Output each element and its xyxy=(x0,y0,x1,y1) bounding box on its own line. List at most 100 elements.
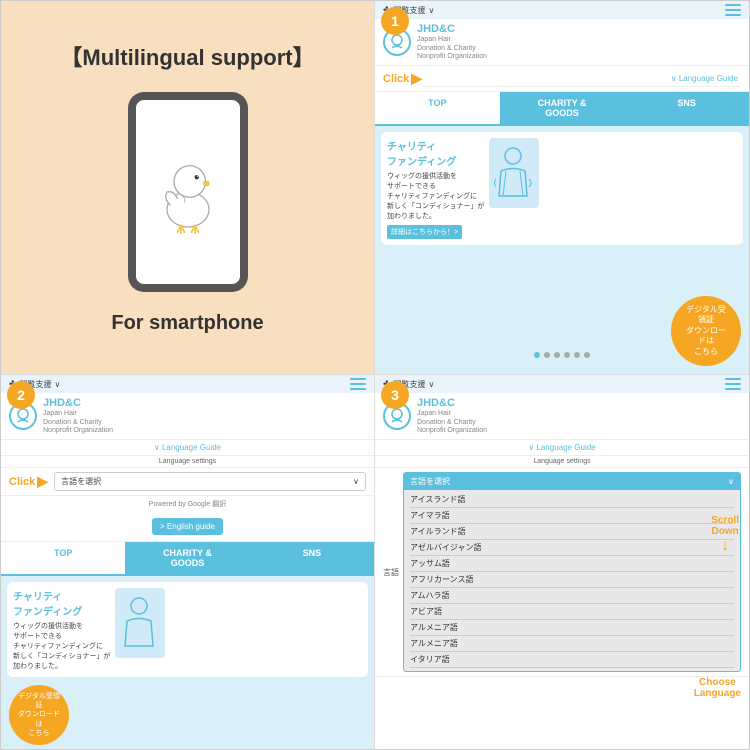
browse-chevron: ∨ xyxy=(429,6,435,15)
click-arrow-icon-bl: ▶ xyxy=(37,473,48,490)
list-item[interactable]: アッサム語 xyxy=(410,556,734,572)
list-item[interactable]: アイスランド語 xyxy=(410,492,734,508)
lang-label-br: 言語 xyxy=(383,567,399,578)
charity-text-area-bl: チャリティファンディング ウィッグの援供活動をサポートできるチャリティファンディ… xyxy=(13,588,111,671)
charity-image-bl xyxy=(115,588,165,658)
detail-btn[interactable]: 詳細はこちらから！> xyxy=(387,225,462,239)
site-nav: TOP CHARITY &GOODS SNS xyxy=(375,92,749,126)
hamburger-icon-br[interactable] xyxy=(725,378,741,390)
google-translate-bl: Powered by Google 翻訳 xyxy=(1,496,374,512)
list-item[interactable]: アムハラ語 xyxy=(410,588,734,604)
scroll-down-text: Scroll Down xyxy=(711,515,739,537)
site-header-br: JHD&C Japan Hair Donation & Charity Nonp… xyxy=(375,393,749,440)
step-2-badge: 2 xyxy=(7,381,35,409)
click-text-bl: Click xyxy=(9,476,35,488)
lang-guide-br[interactable]: ∨ Language Guide xyxy=(375,440,749,456)
lang-settings-bl: Language settings xyxy=(1,456,374,468)
list-item[interactable]: アフリカーンス語 xyxy=(410,572,734,588)
lang-select-row-br: 言語 言語を選択 ∨ アイスランド語アイマラ語アイルランド語アゼルバイジャン語ア… xyxy=(375,468,749,677)
logo-name-bl: JHD&C xyxy=(43,397,113,410)
top-bar-bl: ✤ 閲覧支援 ∨ xyxy=(1,375,374,393)
dot-6 xyxy=(584,352,590,358)
lang-select-placeholder: 言語を選択 xyxy=(61,476,101,487)
top-bar: ✤ 閲覧支援 ∨ xyxy=(375,1,749,19)
language-list: アイスランド語アイマラ語アイルランド語アゼルバイジャン語アッサム語アフリカーンス… xyxy=(404,490,740,672)
logo-text-block: JHD&C Japan Hair Donation & Charity Nonp… xyxy=(417,23,487,61)
phone-screen xyxy=(136,100,240,284)
dot-1 xyxy=(534,352,540,358)
hamburger-icon-bl[interactable] xyxy=(350,378,366,390)
logo-text-block-br: JHD&C Japan Hair Donation & Charity Nonp… xyxy=(417,397,487,435)
logo-sub1-br: Japan Hair xyxy=(417,410,487,418)
list-item[interactable]: アイルランド語 xyxy=(410,524,734,540)
charity-text-area: チャリティファンディング ウィッグの援供活動をサポートできるチャリティファンディ… xyxy=(387,138,485,239)
lang-select-area-br: 言語 言語を選択 ∨ アイスランド語アイマラ語アイルランド語アゼルバイジャン語ア… xyxy=(375,468,749,677)
logo-sub3-br: Nonprofit Organization xyxy=(417,427,487,435)
list-item[interactable]: イディッシュ語 xyxy=(410,668,734,672)
browse-chevron-br: ∨ xyxy=(429,380,435,389)
dot-5 xyxy=(574,352,580,358)
list-item[interactable]: アルメニア語 xyxy=(410,620,734,636)
logo-text-block-bl: JHD&C Japan Hair Donation & Charity Nonp… xyxy=(43,397,113,435)
dot-4 xyxy=(564,352,570,358)
list-item[interactable]: アゼルバイジャン語 xyxy=(410,540,734,556)
lang-guide-label[interactable]: ∨ Language Guide xyxy=(422,71,741,87)
lang-guide-bl[interactable]: ∨ Language Guide xyxy=(1,440,374,456)
nav-sns[interactable]: SNS xyxy=(624,92,749,126)
scroll-down-label: Scroll Down ↓ xyxy=(711,515,739,555)
digital-cert-btn[interactable]: デジタル受領証ダウンロードはこちら xyxy=(671,296,741,366)
dropdown-header-text: 言語を選択 xyxy=(410,476,450,487)
click-text: Click xyxy=(383,73,409,85)
dropdown-chevron: ∨ xyxy=(728,477,734,486)
list-item[interactable]: アルメニア語 xyxy=(410,636,734,652)
dropdown-header-br: 言語を選択 ∨ xyxy=(404,473,740,490)
nav-charity-label: CHARITY &GOODS xyxy=(538,98,587,118)
hamburger-icon[interactable] xyxy=(725,4,741,16)
browse-chevron-bl: ∨ xyxy=(55,380,61,389)
english-guide-btn[interactable]: > English guide xyxy=(152,518,223,535)
lang-select-row-bl: Click ▶ 言語を選択 ∨ xyxy=(1,468,374,496)
digital-cert-btn-bl[interactable]: デジタル受領証ダウンロードはこちら xyxy=(9,685,69,745)
nav-charity[interactable]: CHARITY &GOODS xyxy=(500,92,625,126)
nav-top[interactable]: TOP xyxy=(375,92,500,126)
site-header-bl: JHD&C Japan Hair Donation & Charity Nonp… xyxy=(1,393,374,440)
choose-language-text: Choose Language xyxy=(694,677,741,699)
english-guide-row: > English guide xyxy=(1,512,374,542)
step-3-badge: 3 xyxy=(381,381,409,409)
phone-mockup xyxy=(128,92,248,292)
digital-cert-area-bl: デジタル受領証ダウンロードはこちら xyxy=(1,681,374,749)
charity-card-bl: チャリティファンディング ウィッグの援供活動をサポートできるチャリティファンディ… xyxy=(7,582,368,677)
list-item[interactable]: アイマラ語 xyxy=(410,508,734,524)
panel-multilingual: 【Multilingual support】 xyxy=(1,1,375,375)
nav-sns-bl[interactable]: SNS xyxy=(250,542,374,576)
logo-sub3: Nonprofit Organization xyxy=(417,53,487,61)
step-1-badge: 1 xyxy=(381,7,409,35)
logo-sub2-br: Donation & Charity xyxy=(417,419,487,427)
main-content-bl: チャリティファンディング ウィッグの援供活動をサポートできるチャリティファンディ… xyxy=(1,576,374,681)
panel-step1: 1 ✤ 閲覧支援 ∨ JHD&C Japan Hair Donation & C… xyxy=(375,1,749,375)
top-bar-br: ✤ 閲覧支援 ∨ xyxy=(375,375,749,393)
list-item[interactable]: イタリア語 xyxy=(410,652,734,668)
language-dropdown-br[interactable]: 言語を選択 ∨ アイスランド語アイマラ語アイルランド語アゼルバイジャン語アッサム… xyxy=(403,472,741,672)
nav-charity-bl[interactable]: CHARITY &GOODS xyxy=(125,542,249,576)
panel-step3: 3 ✤ 閲覧支援 ∨ JHD&C Japan Hair Donation & C… xyxy=(375,375,749,749)
logo-sub1: Japan Hair xyxy=(417,36,487,44)
multilingual-title: 【Multilingual support】 xyxy=(60,40,314,72)
site-header: JHD&C Japan Hair Donation & Charity Nonp… xyxy=(375,19,749,66)
charity-image xyxy=(489,138,539,208)
logo-sub2-bl: Donation & Charity xyxy=(43,419,113,427)
click-label: Click ▶ xyxy=(383,70,422,87)
choose-language-label: Choose Language xyxy=(694,677,741,699)
dot-2 xyxy=(544,352,550,358)
language-select-bl[interactable]: 言語を選択 ∨ xyxy=(54,472,366,491)
charity-title-bl: チャリティファンディング xyxy=(13,588,111,618)
list-item[interactable]: アビア語 xyxy=(410,604,734,620)
lang-settings-br: Language settings xyxy=(375,456,749,468)
logo-sub3-bl: Nonprofit Organization xyxy=(43,427,113,435)
nav-top-bl[interactable]: TOP xyxy=(1,542,125,576)
select-chevron-bl: ∨ xyxy=(353,477,359,486)
charity-body: ウィッグの援供活動をサポートできるチャリティファンディングに新しく「コンディショ… xyxy=(387,171,485,221)
click-arrow-icon: ▶ xyxy=(411,70,422,87)
charity-body-bl: ウィッグの援供活動をサポートできるチャリティファンディングに新しく「コンディショ… xyxy=(13,621,111,671)
digital-cert-area: デジタル受領証ダウンロードはこちら xyxy=(375,362,749,374)
